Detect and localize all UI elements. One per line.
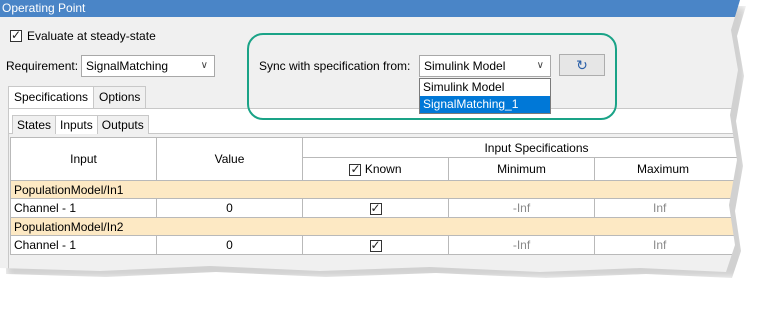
refresh-icon: ↻ [576, 57, 588, 73]
sync-value: Simulink Model [424, 59, 506, 73]
sync-label: Sync with specification from: [259, 59, 411, 73]
header-input-specifications: Input Specifications [301, 137, 740, 158]
checkmark-icon: ✓ [370, 200, 381, 215]
group-row: PopulationModel/In2 [9, 217, 740, 236]
known-checkbox[interactable]: ✓ [369, 200, 382, 215]
cell-input: Channel - 1 [10, 198, 157, 218]
evaluate-steady-state-label: Evaluate at steady-state [27, 29, 156, 43]
cell-value[interactable]: 0 [156, 235, 303, 255]
cell-minimum[interactable]: -Inf [448, 198, 595, 218]
cell-known[interactable]: ✓ [302, 198, 449, 218]
refresh-button[interactable]: ↻ [559, 54, 605, 76]
input-spec-table: Input Value Input Specifications ✓ Known… [9, 137, 740, 255]
chevron-down-icon: ∨ [200, 60, 208, 71]
sync-option-signalmatching-1[interactable]: SignalMatching_1 [420, 96, 550, 113]
table-row: Channel - 1 0 ✓ -Inf Inf [10, 235, 740, 255]
cell-maximum[interactable]: Inf [593, 198, 740, 218]
tab-options[interactable]: Options [93, 86, 147, 108]
cell-input: Channel - 1 [10, 235, 157, 255]
header-minimum[interactable]: Minimum [448, 157, 595, 181]
cell-maximum[interactable]: Inf [593, 235, 740, 255]
known-checkbox[interactable]: ✓ [369, 237, 382, 252]
inner-tabs: States Inputs Outputs [12, 115, 149, 134]
cell-minimum[interactable]: -Inf [448, 235, 595, 255]
sync-dropdown-list: Simulink Model SignalMatching_1 [419, 78, 551, 114]
group-row: PopulationModel/In1 [9, 180, 740, 199]
tab-outputs[interactable]: Outputs [96, 115, 149, 134]
table-row: Channel - 1 0 ✓ -Inf Inf [10, 198, 740, 218]
requirement-dropdown[interactable]: SignalMatching ∨ [81, 55, 215, 77]
header-known-label: Known [364, 162, 402, 176]
header-input[interactable]: Input [10, 137, 157, 181]
header-known[interactable]: ✓ Known [302, 157, 449, 181]
tab-states[interactable]: States [12, 115, 57, 134]
tab-inputs[interactable]: Inputs [55, 115, 98, 134]
known-all-checkbox[interactable]: ✓ [349, 161, 362, 176]
header-maximum[interactable]: Maximum [593, 157, 740, 181]
outer-tabs: Specifications Options [8, 86, 147, 108]
evaluate-steady-state-row[interactable]: ✓ Evaluate at steady-state [10, 28, 156, 44]
operating-point-panel: Operating Point ✓ Evaluate at steady-sta… [0, 0, 740, 272]
requirement-value: SignalMatching [86, 59, 169, 73]
header-value[interactable]: Value [156, 137, 303, 181]
chevron-down-icon: ∨ [536, 60, 544, 71]
window-title: Operating Point [0, 0, 740, 17]
tab-specifications[interactable]: Specifications [8, 86, 95, 108]
sync-dropdown[interactable]: Simulink Model ∨ [419, 55, 551, 77]
sync-option-simulink-model[interactable]: Simulink Model [420, 79, 550, 96]
checkmark-icon: ✓ [370, 237, 381, 252]
checkmark-icon: ✓ [350, 161, 361, 176]
cell-value[interactable]: 0 [156, 198, 303, 218]
requirement-label: Requirement: [6, 59, 79, 73]
evaluate-steady-state-checkbox[interactable]: ✓ [10, 28, 22, 42]
cell-known[interactable]: ✓ [302, 235, 449, 255]
checkmark-icon: ✓ [11, 28, 22, 42]
